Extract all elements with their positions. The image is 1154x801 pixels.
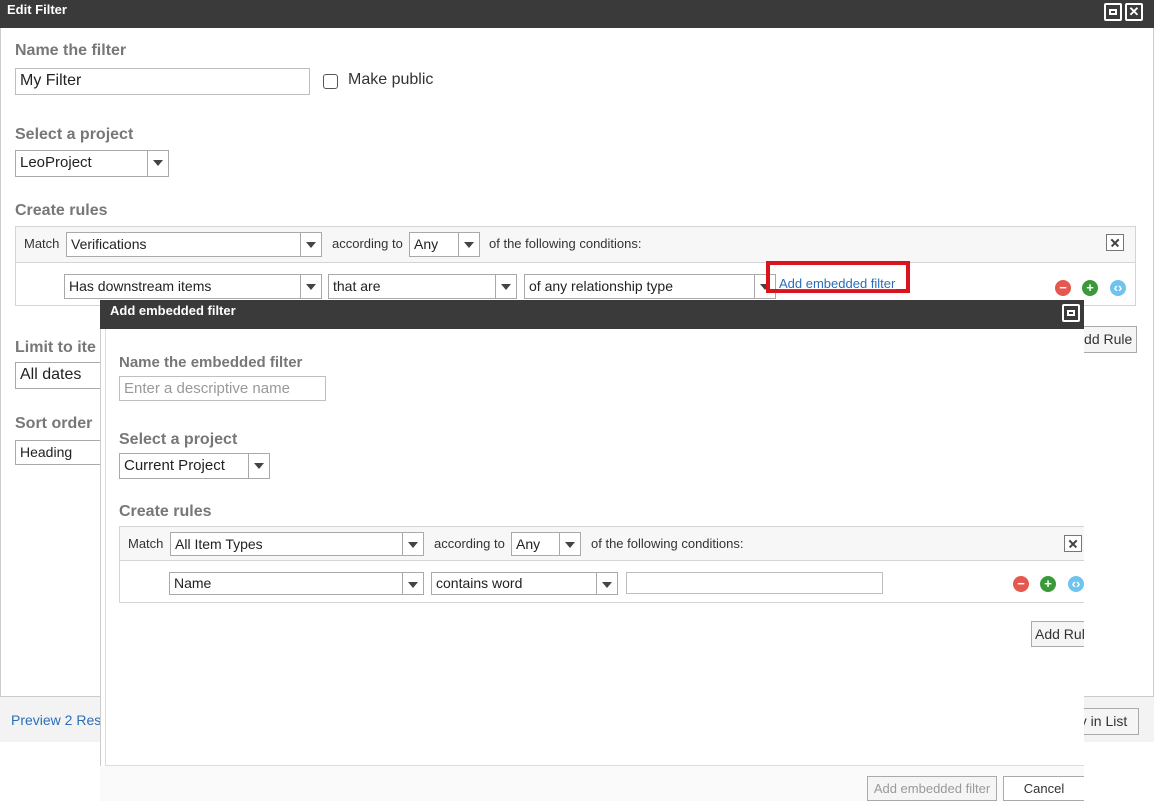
embedded-select-project-label: Select a project — [119, 431, 238, 448]
add-embedded-filter-button[interactable]: Add embedded filter — [867, 776, 997, 801]
make-public-label: Make public — [348, 71, 434, 88]
embedded-rule-field-value: Name — [174, 575, 212, 591]
chevron-down-icon — [402, 573, 423, 594]
match-type-value: Verifications — [71, 236, 147, 252]
name-filter-label: Name the filter — [15, 42, 127, 59]
preview-results-link[interactable]: Preview 2 Res — [11, 712, 101, 728]
chevron-down-icon — [596, 573, 617, 594]
embed-circle-icon[interactable]: ‹› — [1068, 576, 1084, 592]
match-label: Match — [24, 236, 60, 251]
embedded-project-value: Current Project — [124, 457, 225, 474]
following-conditions-label: of the following conditions: — [489, 236, 642, 251]
plus-circle-icon[interactable]: + — [1082, 280, 1098, 296]
embedded-match-label: Match — [128, 536, 164, 551]
relationship-type-select[interactable]: of any relationship type — [524, 274, 776, 299]
chevron-down-icon — [300, 233, 321, 256]
embedded-rule-field-select[interactable]: Name — [169, 572, 424, 595]
embedded-rule-value-input[interactable] — [626, 572, 883, 594]
embedded-dialog-title: Add embedded filter — [110, 303, 236, 318]
plus-circle-icon[interactable]: + — [1040, 576, 1056, 592]
embedded-create-rules-label: Create rules — [119, 503, 212, 520]
maximize-icon[interactable] — [1062, 304, 1080, 322]
embedded-name-input[interactable]: Enter a descriptive name — [119, 376, 326, 401]
cancel-button[interactable]: Cancel — [1003, 776, 1084, 801]
embedded-match-type-select[interactable]: All Item Types — [170, 532, 424, 556]
embedded-add-rule-button[interactable]: Add Rul — [1031, 621, 1084, 647]
select-project-label: Select a project — [15, 126, 134, 143]
embedded-name-placeholder: Enter a descriptive name — [124, 380, 290, 397]
main-dialog-title: Edit Filter — [7, 2, 67, 17]
sort-order-label: Sort order — [15, 415, 93, 432]
rule-field-select[interactable]: Has downstream items — [64, 274, 322, 299]
embedded-any-all-value: Any — [516, 536, 541, 552]
chevron-down-icon — [495, 275, 516, 298]
close-icon[interactable]: ✕ — [1125, 3, 1143, 21]
embedded-rule-operator-value: contains word — [436, 575, 523, 591]
any-all-select[interactable]: Any — [409, 232, 480, 257]
chevron-down-icon — [300, 275, 321, 298]
embedded-project-select[interactable]: Current Project — [119, 453, 270, 479]
chevron-down-icon — [559, 533, 580, 555]
add-embedded-filter-link[interactable]: Add embedded filter — [779, 276, 895, 291]
close-icon[interactable] — [1064, 535, 1082, 552]
embed-circle-icon[interactable]: ‹› — [1110, 280, 1126, 296]
filter-name-input[interactable]: My Filter — [15, 68, 310, 95]
limit-label: Limit to ite — [15, 339, 96, 356]
any-all-value: Any — [414, 236, 439, 252]
chevron-down-icon — [402, 533, 423, 555]
main-dialog-titlebar — [0, 0, 1154, 28]
embedded-any-all-select[interactable]: Any — [511, 532, 581, 556]
embedded-according-to-label: according to — [434, 536, 505, 551]
make-public-checkbox[interactable] — [323, 74, 338, 89]
close-icon[interactable] — [1106, 234, 1124, 251]
embedded-name-label: Name the embedded filter — [119, 354, 303, 371]
embedded-rule-operator-select[interactable]: contains word — [431, 572, 618, 595]
minus-circle-icon[interactable]: − — [1055, 280, 1071, 296]
minus-circle-icon[interactable]: − — [1013, 576, 1029, 592]
rule-operator-select[interactable]: that are — [328, 274, 517, 299]
rule-operator-value: that are — [333, 278, 381, 294]
project-select[interactable]: LeoProject — [15, 150, 169, 177]
maximize-icon[interactable] — [1104, 3, 1122, 21]
embedded-match-type-value: All Item Types — [175, 536, 263, 552]
chevron-down-icon — [147, 151, 168, 176]
relationship-type-value: of any relationship type — [529, 278, 673, 294]
chevron-down-icon — [458, 233, 479, 256]
project-select-value: LeoProject — [20, 154, 92, 171]
chevron-down-icon — [248, 454, 269, 478]
create-rules-label: Create rules — [15, 202, 108, 219]
embedded-dialog-titlebar — [100, 300, 1084, 329]
embedded-following-conditions-label: of the following conditions: — [591, 536, 744, 551]
according-to-label: according to — [332, 236, 403, 251]
match-type-select[interactable]: Verifications — [66, 232, 322, 257]
rule-field-value: Has downstream items — [69, 278, 212, 294]
